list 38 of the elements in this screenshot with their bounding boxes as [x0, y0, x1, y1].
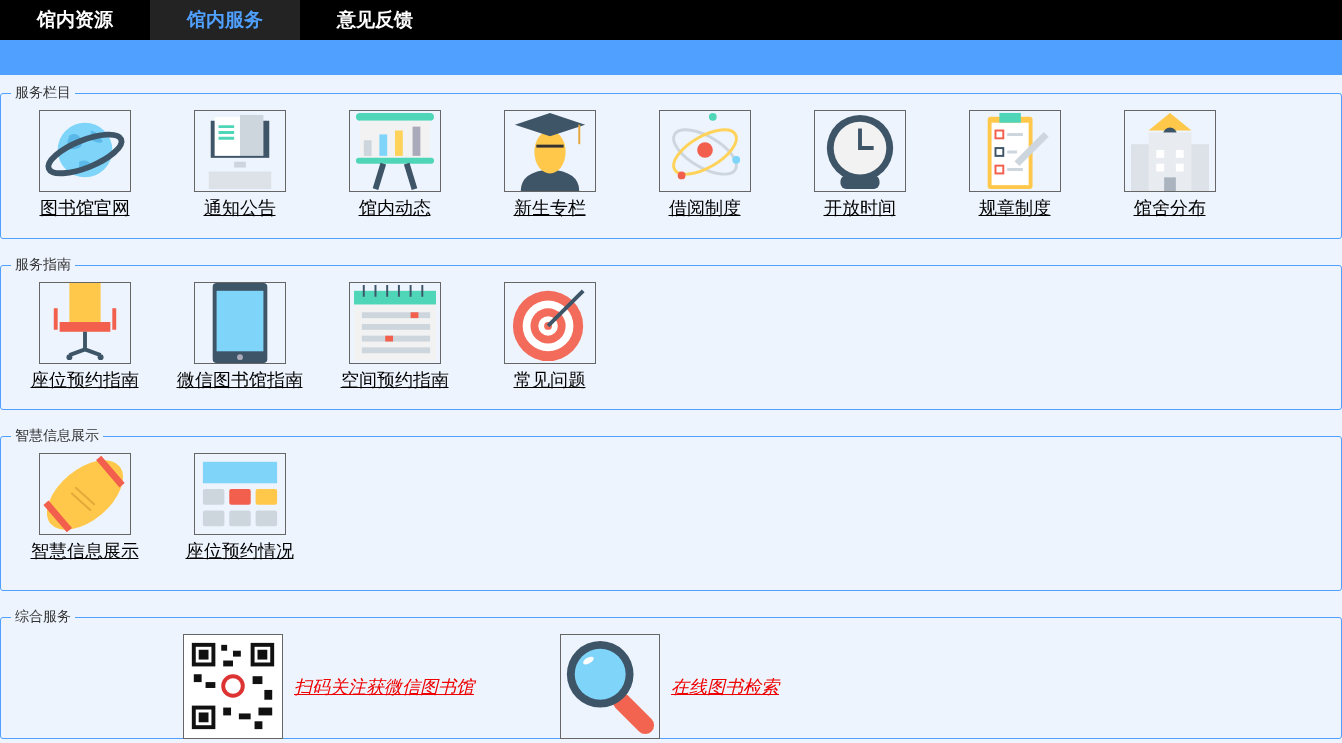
service-link[interactable]: 通知公告 — [203, 196, 276, 220]
clock-icon[interactable] — [813, 110, 906, 192]
graduate-icon[interactable] — [503, 110, 596, 192]
office-chair-icon[interactable] — [38, 282, 131, 364]
school-building-icon[interactable] — [1123, 110, 1216, 192]
section-title: 服务栏目 — [14, 84, 72, 102]
service-link[interactable]: 微信图书馆指南 — [176, 368, 303, 392]
calendar-icon[interactable] — [348, 282, 441, 364]
section-title: 服务指南 — [14, 256, 72, 274]
service-link[interactable]: 智慧信息展示 — [30, 539, 139, 563]
section-title: 智慧信息展示 — [14, 427, 100, 445]
magnifier-icon[interactable] — [560, 634, 660, 739]
target-icon[interactable] — [503, 282, 596, 364]
atom-icon[interactable] — [658, 110, 751, 192]
service-link[interactable]: 图书馆官网 — [39, 196, 130, 220]
section-title: 综合服务 — [14, 608, 72, 626]
nav-tab[interactable]: 馆内资源 — [0, 0, 150, 40]
presentation-board-icon[interactable] — [348, 110, 441, 192]
service-link[interactable]: 座位预约情况 — [185, 539, 294, 563]
qr-code-icon[interactable] — [183, 634, 283, 739]
service-link[interactable]: 在线图书检索 — [671, 674, 779, 699]
nav-tab[interactable]: 意见反馈 — [300, 0, 450, 40]
service-link[interactable]: 借阅制度 — [668, 196, 741, 220]
service-link[interactable]: 座位预约指南 — [30, 368, 139, 392]
service-link[interactable]: 馆内动态 — [358, 196, 431, 220]
smartphone-icon[interactable] — [193, 282, 286, 364]
globe-icon[interactable] — [38, 110, 131, 192]
service-link[interactable]: 新生专栏 — [513, 196, 586, 220]
nav-tab[interactable]: 馆内服务 — [150, 0, 300, 40]
service-link[interactable]: 规章制度 — [978, 196, 1051, 220]
dashboard-grid-icon[interactable] — [193, 453, 286, 535]
service-link[interactable]: 空间预约指南 — [340, 368, 449, 392]
service-link[interactable]: 常见问题 — [513, 368, 586, 392]
service-link[interactable]: 馆舍分布 — [1133, 196, 1206, 220]
book-monitor-icon[interactable] — [193, 110, 286, 192]
service-link[interactable]: 扫码关注获微信图书馆 — [294, 674, 474, 699]
service-link[interactable]: 开放时间 — [823, 196, 896, 220]
checklist-icon[interactable] — [968, 110, 1061, 192]
